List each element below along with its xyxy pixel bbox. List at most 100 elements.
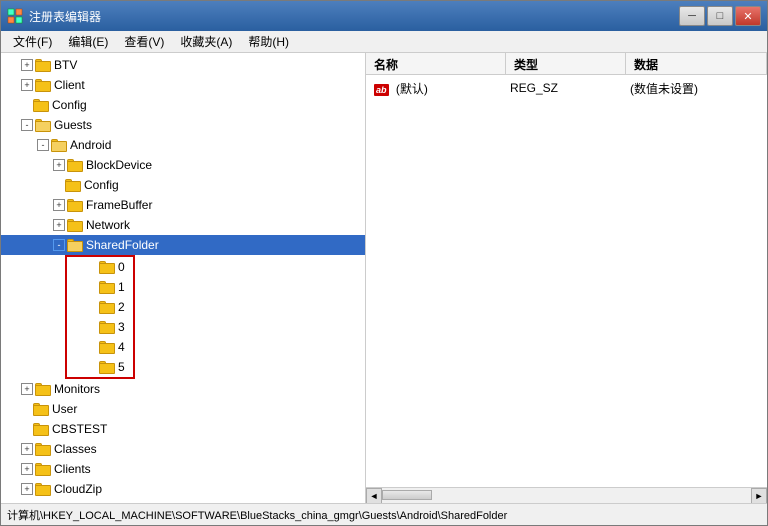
menu-file[interactable]: 文件(F) <box>5 31 60 52</box>
tree-item-sf0[interactable]: 0 <box>67 257 133 277</box>
tree-item-monitors[interactable]: + Monitors <box>1 379 365 399</box>
title-bar: 注册表编辑器 ─ □ ✕ <box>1 1 767 31</box>
tree-item-sf3[interactable]: 3 <box>67 317 133 337</box>
tree-item-btv[interactable]: + BTV <box>1 55 365 75</box>
tree-label-sharedfolder: SharedFolder <box>86 238 159 252</box>
tree-item-sf1[interactable]: 1 <box>67 277 133 297</box>
tree-label-blockdevice: BlockDevice <box>86 158 152 172</box>
right-pane: 名称 类型 数据 ab (默认) REG_SZ (数值未设置) ◄ <box>366 53 767 503</box>
tree-item-config2[interactable]: Config <box>1 175 365 195</box>
folder-icon-clients <box>35 463 51 476</box>
tree-item-sf4[interactable]: 4 <box>67 337 133 357</box>
folder-icon-config2 <box>65 179 81 192</box>
tree-label-sf0: 0 <box>118 260 125 274</box>
expand-icon-classes[interactable]: + <box>21 443 33 455</box>
tree-item-framebuffer[interactable]: + FrameBuffer <box>1 195 365 215</box>
folder-icon-cloudzip <box>35 483 51 496</box>
hscroll-thumb[interactable] <box>382 490 432 500</box>
tree-label-sf1: 1 <box>118 280 125 294</box>
tree-label-sf4: 4 <box>118 340 125 354</box>
status-text: 计算机\HKEY_LOCAL_MACHINE\SOFTWARE\BlueStac… <box>7 507 507 523</box>
folder-icon-user <box>33 403 49 416</box>
tree-item-network[interactable]: + Network <box>1 215 365 235</box>
folder-icon-client <box>35 79 51 92</box>
tree-item-sf2[interactable]: 2 <box>67 297 133 317</box>
folder-icon-sf5 <box>99 361 115 374</box>
right-content: ab (默认) REG_SZ (数值未设置) <box>366 75 767 487</box>
folder-icon-sf3 <box>99 321 115 334</box>
tree-label-sf3: 3 <box>118 320 125 334</box>
folder-icon-blockdevice <box>67 159 83 172</box>
folder-icon-sf4 <box>99 341 115 354</box>
minimize-button[interactable]: ─ <box>679 6 705 26</box>
window-title: 注册表编辑器 <box>29 8 101 25</box>
tree-label-framebuffer: FrameBuffer <box>86 198 152 212</box>
tree-label-config: Config <box>52 98 87 112</box>
menu-edit[interactable]: 编辑(E) <box>60 31 116 52</box>
tree-item-sf5[interactable]: 5 <box>67 357 133 377</box>
tree-label-network: Network <box>86 218 130 232</box>
tree-label-cbstest: CBSTEST <box>52 422 107 436</box>
tree-item-classes[interactable]: + Classes <box>1 439 365 459</box>
expand-icon-android[interactable]: - <box>37 139 49 151</box>
expand-icon-network[interactable]: + <box>53 219 65 231</box>
expand-icon-monitors[interactable]: + <box>21 383 33 395</box>
expand-icon-blockdevice[interactable]: + <box>53 159 65 171</box>
tree-item-sharedfolder[interactable]: - SharedFolder <box>1 235 365 255</box>
tree-item-config[interactable]: Config <box>1 95 365 115</box>
tree-item-client[interactable]: + Client <box>1 75 365 95</box>
expand-icon-clients[interactable]: + <box>21 463 33 475</box>
menu-view[interactable]: 查看(V) <box>116 31 172 52</box>
tree-item-cbstest[interactable]: CBSTEST <box>1 419 365 439</box>
tree-item-blockdevice[interactable]: + BlockDevice <box>1 155 365 175</box>
expand-icon-client[interactable]: + <box>21 79 33 91</box>
tree-label-config2: Config <box>84 178 119 192</box>
tree-label-monitors: Monitors <box>54 382 100 396</box>
tree-label-sf2: 2 <box>118 300 125 314</box>
right-row-default[interactable]: ab (默认) REG_SZ (数值未设置) <box>366 77 767 99</box>
status-bar: 计算机\HKEY_LOCAL_MACHINE\SOFTWARE\BlueStac… <box>1 503 767 525</box>
main-content: + BTV + Client Config <box>1 53 767 503</box>
menu-bar: 文件(F) 编辑(E) 查看(V) 收藏夹(A) 帮助(H) <box>1 31 767 53</box>
red-box-group: 0 1 2 <box>65 255 135 379</box>
tree-item-user[interactable]: User <box>1 399 365 419</box>
folder-icon-android <box>51 139 67 152</box>
hscroll-left-btn[interactable]: ◄ <box>366 488 382 503</box>
folder-icon-sharedfolder <box>67 239 83 252</box>
tree-label-btv: BTV <box>54 58 77 72</box>
folder-icon-sf1 <box>99 281 115 294</box>
folder-icon-framebuffer <box>67 199 83 212</box>
tree-item-clients[interactable]: + Clients <box>1 459 365 479</box>
menu-help[interactable]: 帮助(H) <box>240 31 297 52</box>
expand-icon-framebuffer[interactable]: + <box>53 199 65 211</box>
main-window: 注册表编辑器 ─ □ ✕ 文件(F) 编辑(E) 查看(V) 收藏夹(A) 帮助… <box>0 0 768 526</box>
tree-label-sf5: 5 <box>118 360 125 374</box>
folder-icon-cbstest <box>33 423 49 436</box>
hscroll-track[interactable] <box>382 488 751 503</box>
expand-icon-guests[interactable]: - <box>21 119 33 131</box>
tree-item-android[interactable]: - Android <box>1 135 365 155</box>
tree-item-guests[interactable]: - Guests <box>1 115 365 135</box>
folder-icon-sf0 <box>99 261 115 274</box>
right-cell-type: REG_SZ <box>506 81 626 95</box>
folder-icon-monitors <box>35 383 51 396</box>
tree-item-cloudzip[interactable]: + CloudZip <box>1 479 365 499</box>
title-bar-controls: ─ □ ✕ <box>679 6 761 26</box>
expand-icon-btv[interactable]: + <box>21 59 33 71</box>
folder-icon-config <box>33 99 49 112</box>
tree-pane: + BTV + Client Config <box>1 53 366 503</box>
folder-icon-guests <box>35 119 51 132</box>
folder-icon-btv <box>35 59 51 72</box>
right-header: 名称 类型 数据 <box>366 53 767 75</box>
expand-icon-sharedfolder[interactable]: - <box>53 239 65 251</box>
expand-icon-cloudzip[interactable]: + <box>21 483 33 495</box>
tree-label-classes: Classes <box>54 442 97 456</box>
folder-icon-classes <box>35 443 51 456</box>
menu-favorites[interactable]: 收藏夹(A) <box>172 31 240 52</box>
close-button[interactable]: ✕ <box>735 6 761 26</box>
tree-label-android: Android <box>70 138 111 152</box>
tree-scroll[interactable]: + BTV + Client Config <box>1 53 365 503</box>
right-col-type: 类型 <box>506 53 626 74</box>
maximize-button[interactable]: □ <box>707 6 733 26</box>
hscroll-right-btn[interactable]: ► <box>751 488 767 503</box>
